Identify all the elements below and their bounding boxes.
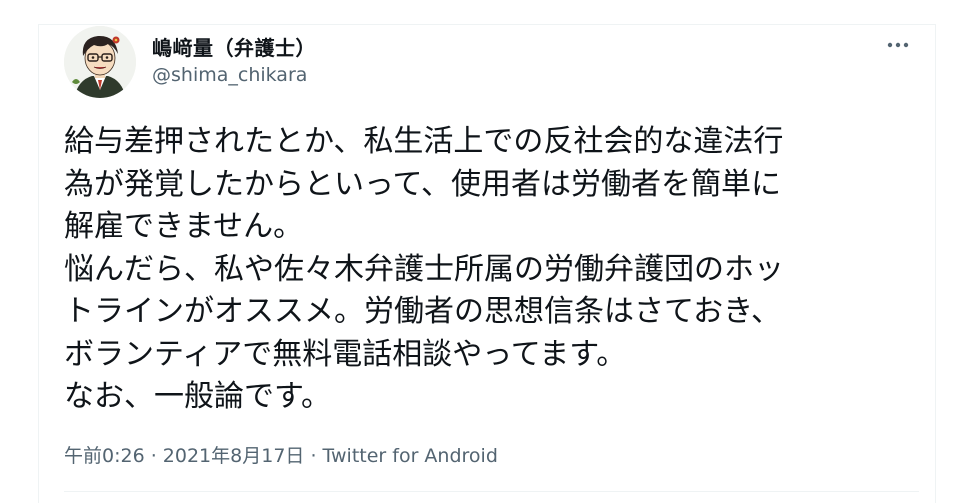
- more-horizontal-icon: [887, 42, 909, 48]
- more-options-button[interactable]: [880, 30, 916, 60]
- meta-separator-2: ·: [304, 445, 323, 467]
- tweet-meta: 午前0:26 · 2021年8月17日 · Twitter for Androi…: [64, 441, 498, 468]
- meta-separator: ·: [144, 445, 163, 467]
- tweet-source[interactable]: Twitter for Android: [323, 445, 498, 467]
- tweet-text: 給与差押されたとか、私生活上での反社会的な違法行 為が発覚したからといって、使用…: [64, 124, 784, 414]
- tweet-time[interactable]: 午前0:26: [64, 445, 145, 467]
- tweet-date[interactable]: 2021年8月17日: [163, 445, 305, 467]
- avatar-illustration-icon: [64, 26, 136, 98]
- avatar[interactable]: [64, 26, 136, 98]
- author-handle[interactable]: @shima_chikara: [152, 64, 307, 86]
- divider: [64, 491, 919, 492]
- author-display-name[interactable]: 嶋﨑量（弁護士）: [152, 32, 316, 61]
